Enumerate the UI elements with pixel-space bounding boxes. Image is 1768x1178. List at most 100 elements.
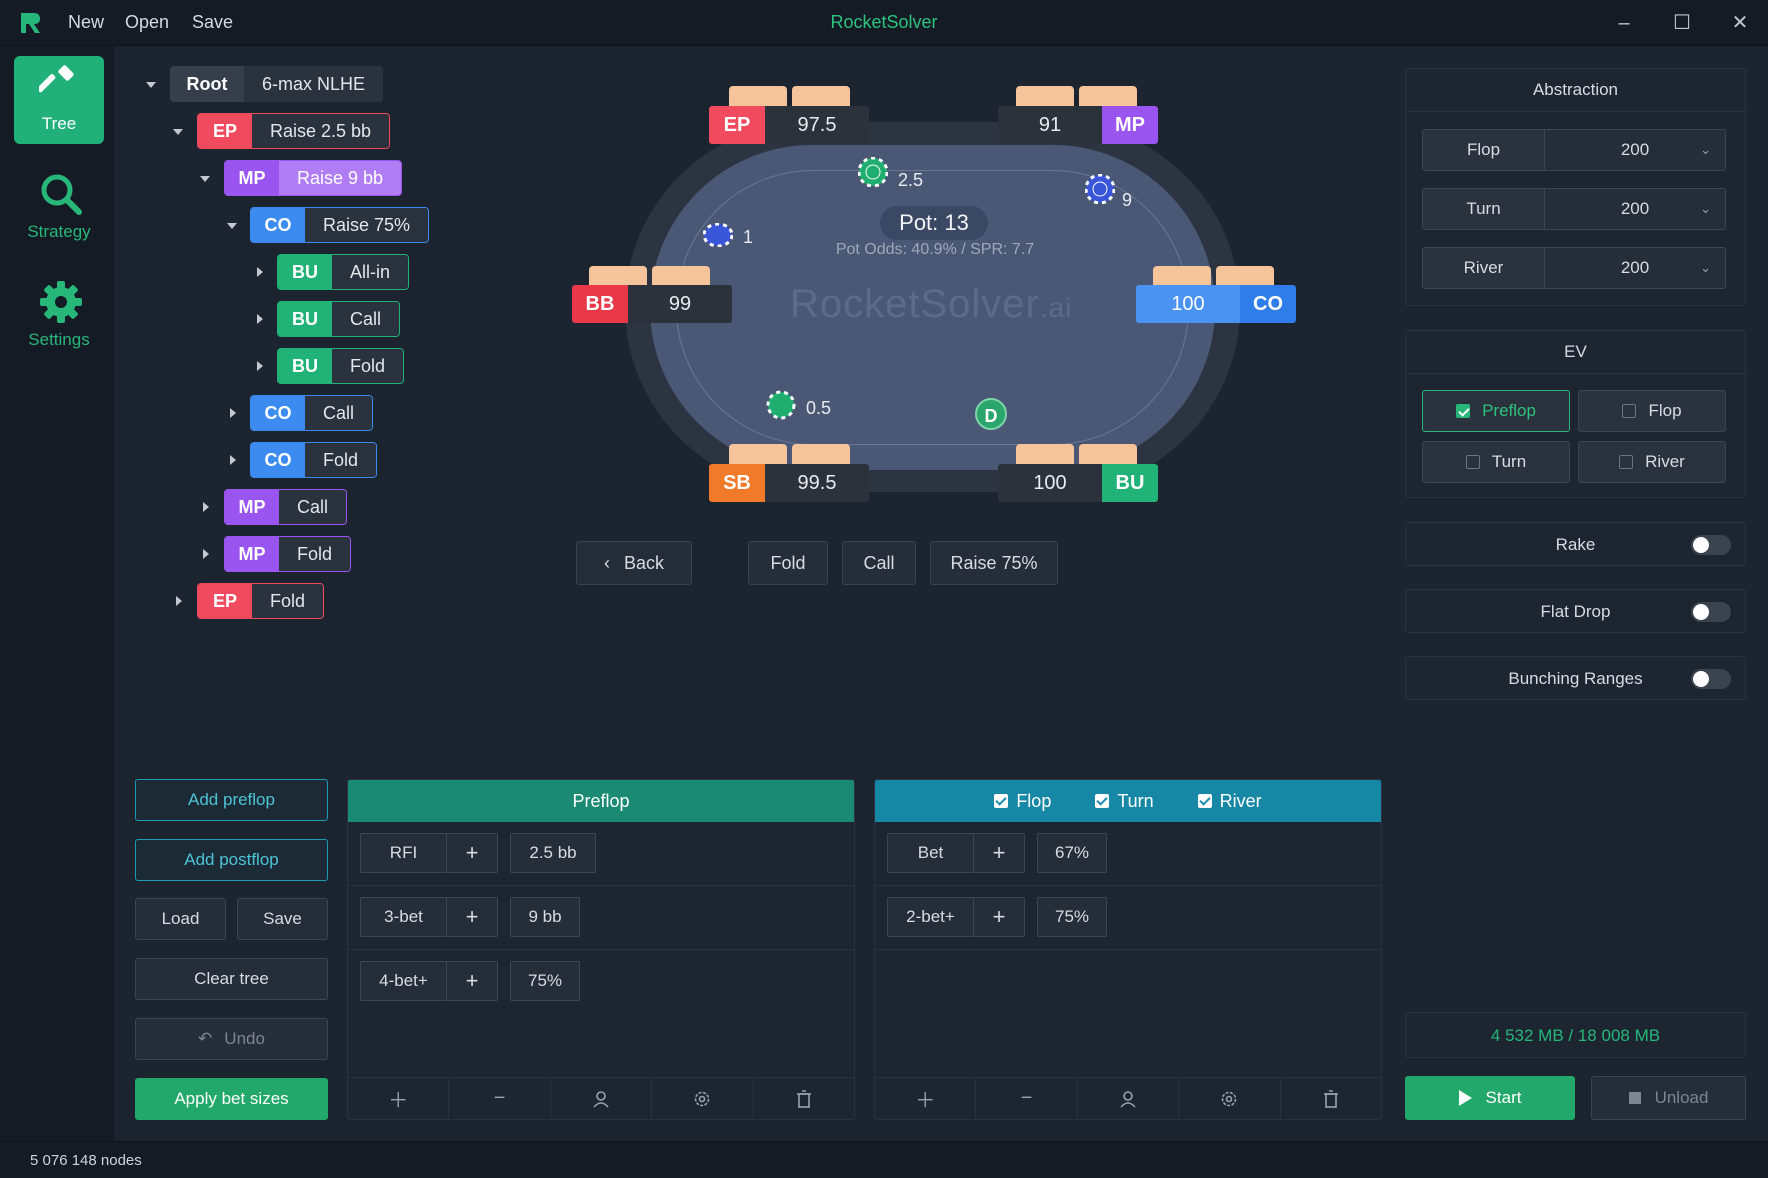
rake-row: Rake — [1405, 522, 1746, 566]
add-size-button[interactable]: + — [973, 897, 1025, 937]
sidebar-item-settings[interactable]: Settings — [14, 272, 104, 360]
river-size-select[interactable]: River 200 ⌄ — [1422, 247, 1726, 289]
flat-drop-toggle[interactable] — [1691, 602, 1731, 622]
clear-tree-button[interactable]: Clear tree — [135, 958, 328, 1000]
seat-co[interactable]: 100 CO — [1136, 285, 1296, 323]
load-button[interactable]: Load — [135, 898, 226, 940]
tree-node[interactable]: MP Call — [224, 489, 348, 525]
seat-ep[interactable]: EP 97.5 — [709, 106, 869, 144]
ev-flop-checkbox[interactable]: Flop — [1578, 390, 1726, 432]
node-position: EP — [198, 114, 252, 148]
call-button[interactable]: Call — [842, 541, 916, 585]
save-button[interactable]: Save — [237, 898, 328, 940]
tree-node[interactable]: BU Call — [277, 301, 401, 337]
bet-size-value[interactable]: 9 bb — [510, 897, 580, 937]
collapse-icon[interactable] — [146, 82, 156, 88]
user-icon[interactable] — [1078, 1078, 1180, 1119]
apply-bet-sizes-button[interactable]: Apply bet sizes — [135, 1078, 328, 1120]
add-size-button[interactable]: + — [446, 897, 498, 937]
minimize-icon[interactable]: – — [1604, 8, 1644, 38]
chevron-down-icon: ⌄ — [1700, 260, 1711, 275]
turn-size-select[interactable]: Turn 200 ⌄ — [1422, 188, 1726, 230]
user-icon[interactable] — [551, 1078, 653, 1119]
seat-position: MP — [1102, 106, 1158, 144]
unload-button[interactable]: Unload — [1591, 1076, 1746, 1120]
sidebar-item-tree[interactable]: Tree — [14, 56, 104, 144]
bet-size-value[interactable]: 75% — [510, 961, 580, 1001]
add-size-button[interactable]: + — [446, 961, 498, 1001]
tree-node[interactable]: CO Fold — [250, 442, 378, 478]
plus-icon[interactable]: ＋ — [875, 1078, 977, 1119]
seat-bu[interactable]: 100 BU — [998, 464, 1158, 502]
expand-icon[interactable] — [230, 455, 236, 465]
tree-node[interactable]: BU All-in — [277, 254, 410, 290]
turn-street-checkbox[interactable]: Turn — [1095, 791, 1154, 812]
fold-button[interactable]: Fold — [748, 541, 828, 585]
tree-node[interactable]: MP Fold — [224, 536, 352, 572]
chevron-down-icon: ⌄ — [1700, 142, 1711, 157]
add-postflop-button[interactable]: Add postflop — [135, 839, 328, 881]
sidebar-item-strategy[interactable]: Strategy — [14, 164, 104, 252]
back-button[interactable]: ‹ Back — [576, 541, 692, 585]
maximize-icon[interactable]: ☐ — [1662, 8, 1702, 38]
tree-node[interactable]: MP Raise 9 bb — [224, 160, 403, 196]
minus-icon[interactable]: − — [976, 1078, 1078, 1119]
chip-value-sb: 0.5 — [806, 398, 832, 418]
seat-mp[interactable]: 91 MP — [998, 106, 1158, 144]
node-position: CO — [251, 443, 305, 477]
bet-size-value[interactable]: 75% — [1037, 897, 1107, 937]
add-size-button[interactable]: + — [446, 833, 498, 873]
bet-size-value[interactable]: 67% — [1037, 833, 1107, 873]
undo-button[interactable]: ↶ Undo — [135, 1018, 328, 1060]
tree-node[interactable]: EP Fold — [197, 583, 325, 619]
bet-size-value[interactable]: 2.5 bb — [510, 833, 596, 873]
chevron-left-icon: ‹ — [603, 552, 610, 573]
seat-stack: 97.5 — [765, 106, 869, 144]
flop-street-checkbox[interactable]: Flop — [994, 791, 1051, 812]
tree-node[interactable]: CO Call — [250, 395, 374, 431]
gear-icon[interactable] — [1179, 1078, 1281, 1119]
plus-icon[interactable]: ＋ — [348, 1078, 450, 1119]
chip-value-mp: 9 — [1122, 190, 1133, 210]
seat-sb[interactable]: SB 99.5 — [709, 464, 869, 502]
bunching-toggle[interactable] — [1691, 669, 1731, 689]
seat-bb[interactable]: BB 99 — [572, 285, 732, 323]
tree-node[interactable]: CO Raise 75% — [250, 207, 430, 243]
node-action: Raise 9 bb — [279, 161, 402, 195]
card-back — [792, 444, 850, 464]
trash-icon[interactable] — [754, 1078, 854, 1119]
expand-icon[interactable] — [203, 502, 209, 512]
start-button[interactable]: Start — [1405, 1076, 1575, 1120]
tree-node[interactable]: BU Fold — [277, 348, 405, 384]
close-icon[interactable]: ✕ — [1720, 8, 1760, 38]
rake-toggle[interactable] — [1691, 535, 1731, 555]
street-label: Flop — [1016, 790, 1052, 811]
seat-stack: 91 — [998, 106, 1102, 144]
node-position: BU — [278, 255, 332, 289]
seat-stack: 99.5 — [765, 464, 869, 502]
expand-icon[interactable] — [257, 361, 263, 371]
add-size-button[interactable]: + — [973, 833, 1025, 873]
expand-icon[interactable] — [257, 267, 263, 277]
flop-size-select[interactable]: Flop 200 ⌄ — [1422, 129, 1726, 171]
tree-node[interactable]: EP Raise 2.5 bb — [197, 113, 391, 149]
raise-button[interactable]: Raise 75% — [930, 541, 1058, 585]
expand-icon[interactable] — [257, 314, 263, 324]
street-label: Flop — [1423, 130, 1545, 170]
expand-icon[interactable] — [176, 596, 182, 606]
node-action: Raise 2.5 bb — [252, 114, 390, 148]
minus-icon[interactable]: − — [449, 1078, 551, 1119]
expand-icon[interactable] — [203, 549, 209, 559]
ev-river-checkbox[interactable]: River — [1578, 441, 1726, 483]
expand-icon[interactable] — [230, 408, 236, 418]
trash-icon[interactable] — [1281, 1078, 1381, 1119]
ev-turn-checkbox[interactable]: Turn — [1422, 441, 1570, 483]
gear-icon[interactable] — [652, 1078, 754, 1119]
collapse-icon[interactable] — [227, 223, 237, 229]
collapse-icon[interactable] — [200, 176, 210, 182]
ev-preflop-checkbox[interactable]: Preflop — [1422, 390, 1570, 432]
add-preflop-button[interactable]: Add preflop — [135, 779, 328, 821]
tree-root-node[interactable]: Root 6-max NLHE — [170, 66, 384, 102]
collapse-icon[interactable] — [173, 129, 183, 135]
river-street-checkbox[interactable]: River — [1197, 791, 1262, 812]
